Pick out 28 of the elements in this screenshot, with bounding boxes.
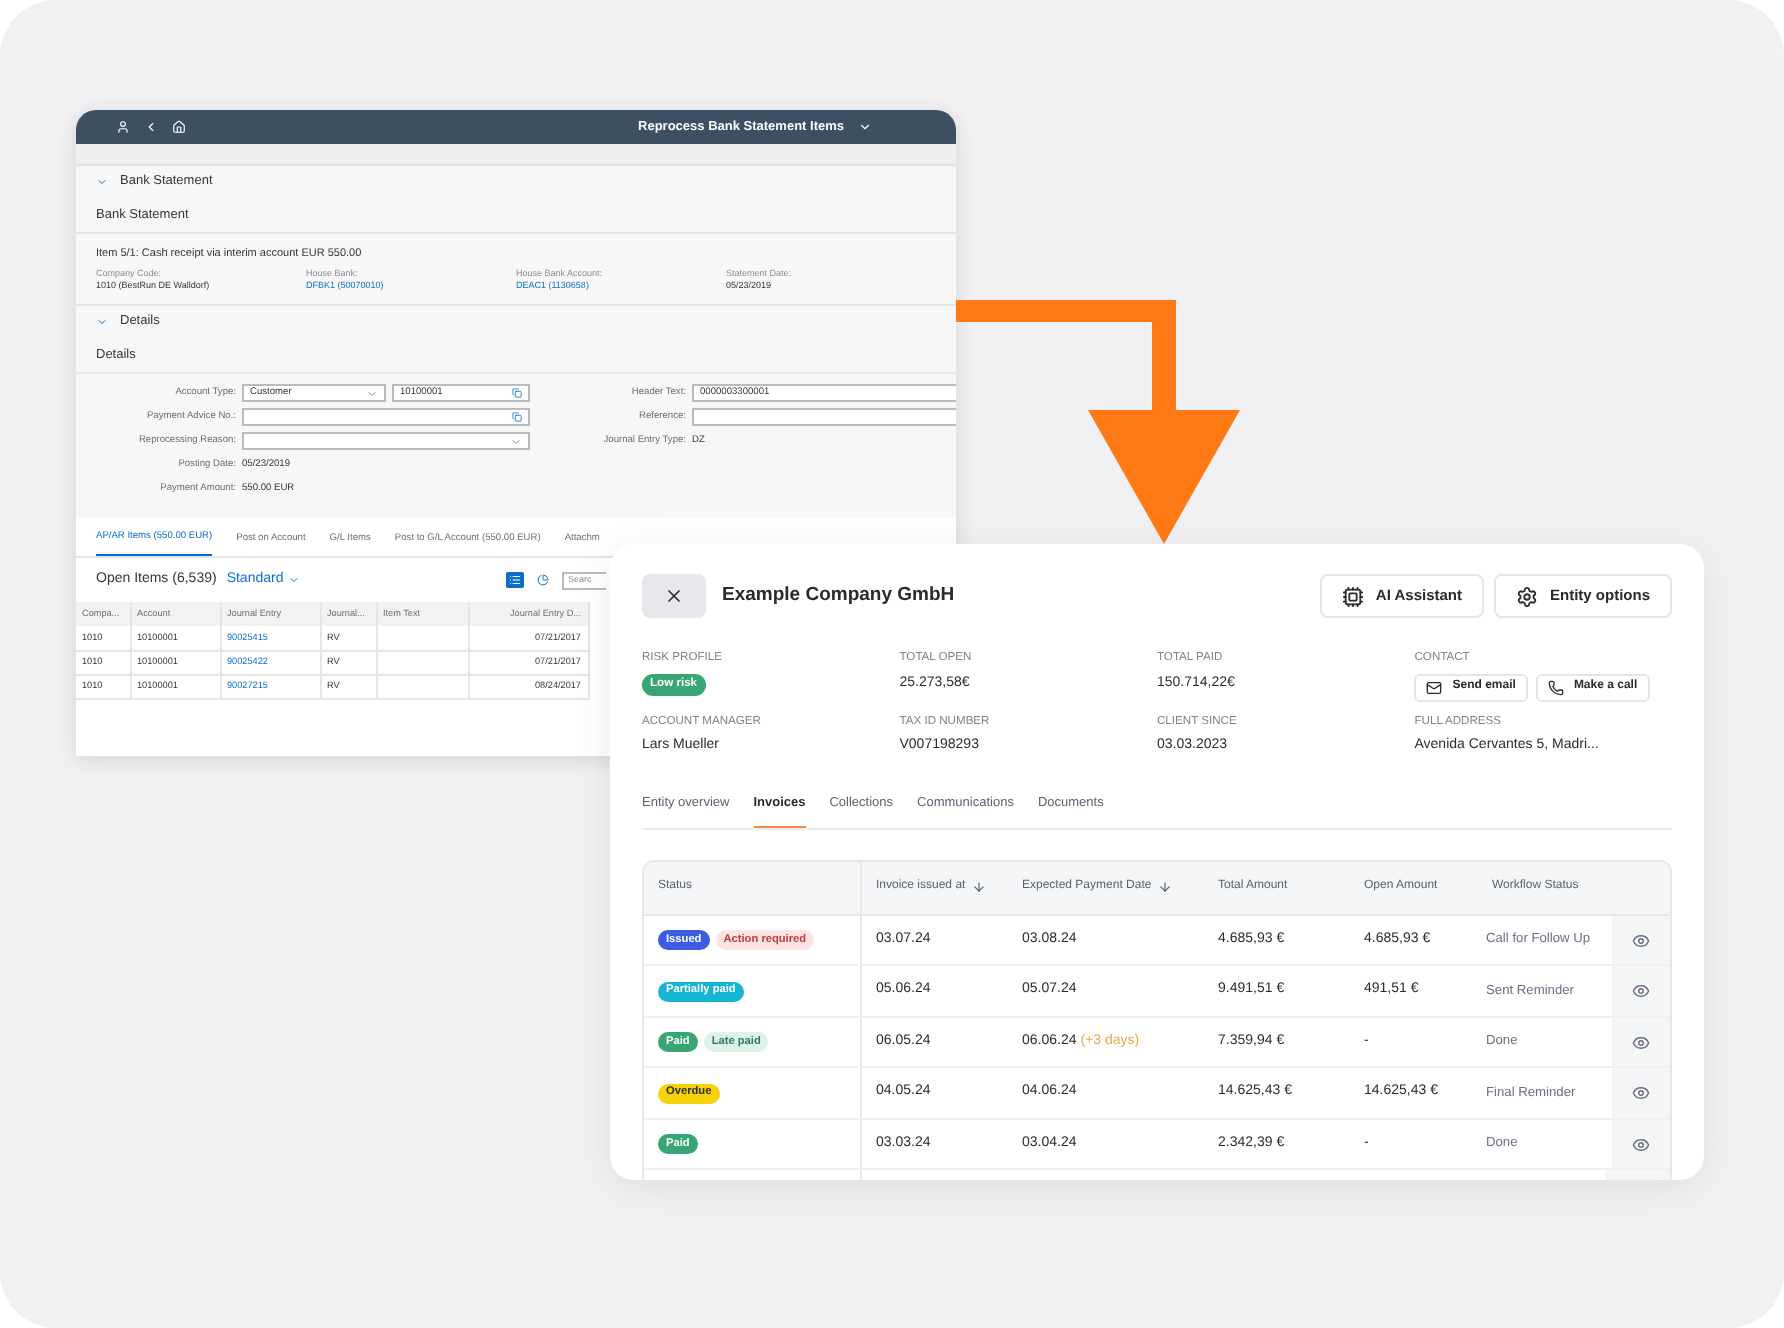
mail-icon bbox=[1426, 679, 1443, 696]
view-icon[interactable] bbox=[1632, 982, 1650, 1001]
sort-arrow-icon bbox=[1157, 880, 1172, 895]
back-icon[interactable] bbox=[144, 120, 158, 134]
value-help-icon bbox=[512, 412, 522, 423]
sort-arrow-icon bbox=[971, 880, 986, 895]
chip-icon bbox=[1341, 585, 1364, 607]
view-icon[interactable] bbox=[1632, 1135, 1650, 1154]
caret-icon bbox=[366, 387, 378, 400]
select-field[interactable] bbox=[242, 432, 530, 451]
view-icon[interactable] bbox=[1632, 1084, 1650, 1103]
home-icon[interactable] bbox=[172, 120, 186, 134]
input-field[interactable] bbox=[692, 408, 956, 427]
list-view-icon[interactable] bbox=[506, 572, 524, 589]
caret-icon[interactable] bbox=[858, 120, 872, 134]
view-icon[interactable] bbox=[1632, 931, 1650, 950]
user-icon[interactable] bbox=[116, 120, 130, 134]
entity-title: Example Company GmbH bbox=[722, 581, 955, 610]
close-button[interactable] bbox=[642, 574, 706, 618]
value-help-icon bbox=[512, 388, 522, 399]
caret-icon bbox=[287, 574, 300, 587]
view-icon[interactable] bbox=[1632, 1033, 1650, 1052]
phone-icon bbox=[1547, 679, 1564, 696]
chart-view-icon[interactable] bbox=[534, 572, 552, 589]
caret-icon bbox=[510, 435, 522, 448]
input-field[interactable] bbox=[242, 408, 530, 427]
close-icon bbox=[664, 586, 684, 606]
settings-icon bbox=[1516, 585, 1538, 607]
